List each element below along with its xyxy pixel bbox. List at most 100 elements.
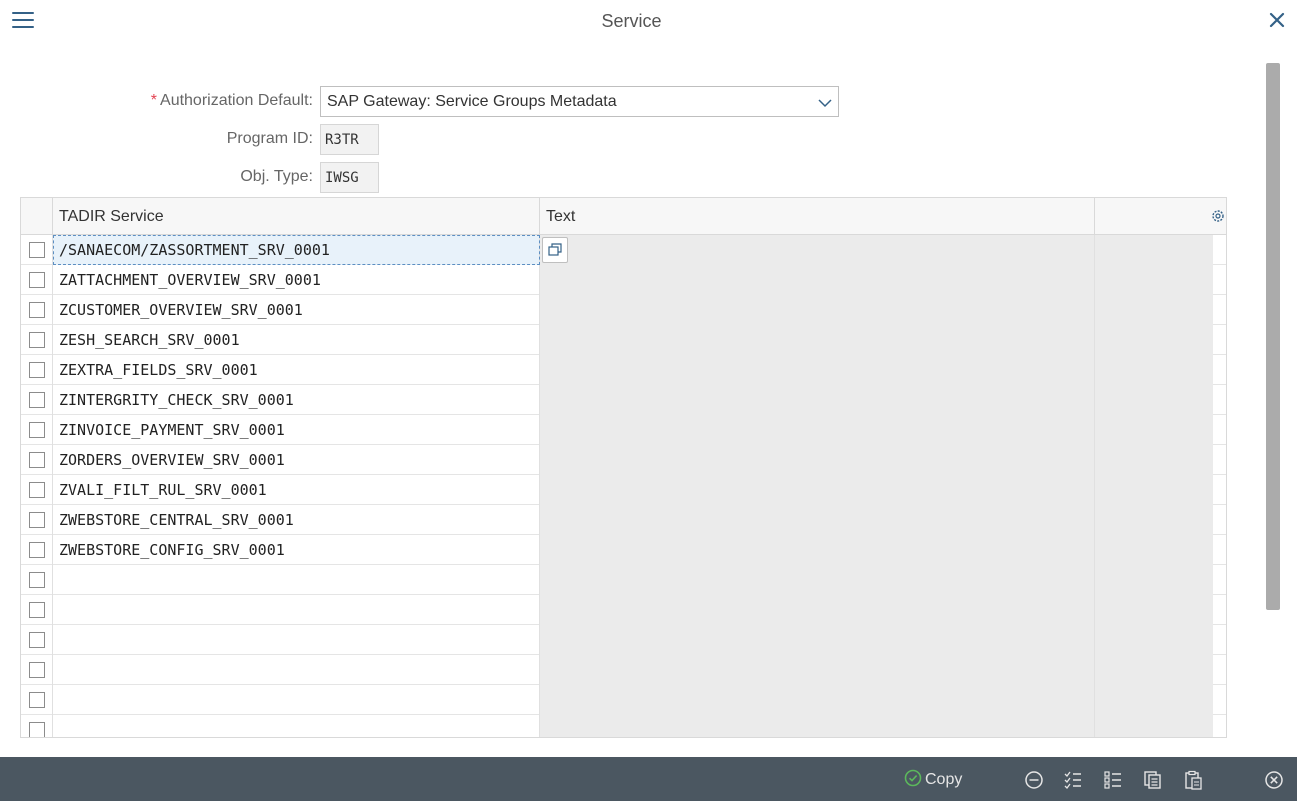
- row-checkbox[interactable]: [29, 512, 45, 528]
- text-cell: [540, 625, 1095, 655]
- row-checkbox[interactable]: [29, 302, 45, 318]
- select-all-header[interactable]: [21, 198, 53, 235]
- row-selector-cell: [21, 415, 53, 445]
- service-table: TADIR Service Text /SANAECOM/ZASSORTMENT…: [20, 197, 1227, 738]
- column-header-text[interactable]: Text: [540, 198, 1095, 235]
- row-checkbox[interactable]: [29, 722, 45, 737]
- table-row[interactable]: [21, 685, 1226, 715]
- text-cell: [540, 655, 1095, 685]
- filler-cell: [1095, 715, 1213, 737]
- row-selector-cell: [21, 475, 53, 505]
- table-row[interactable]: [21, 625, 1226, 655]
- deselect-list-icon[interactable]: [1103, 770, 1123, 790]
- authorization-default-value: SAP Gateway: Service Groups Metadata: [327, 93, 617, 110]
- filler-cell: [1095, 625, 1213, 655]
- dialog-footer: Copy: [0, 757, 1297, 801]
- tadir-service-cell[interactable]: [53, 565, 540, 595]
- tadir-service-cell[interactable]: ZESH_SEARCH_SRV_0001: [53, 325, 540, 355]
- filler-cell: [1095, 325, 1213, 355]
- row-checkbox[interactable]: [29, 662, 45, 678]
- row-selector-cell: [21, 505, 53, 535]
- row-selector-cell: [21, 535, 53, 565]
- row-selector-cell: [21, 445, 53, 475]
- table-row[interactable]: ZINTERGRITY_CHECK_SRV_0001: [21, 385, 1226, 415]
- row-checkbox[interactable]: [29, 482, 45, 498]
- authorization-default-select[interactable]: SAP Gateway: Service Groups Metadata: [320, 86, 839, 117]
- tadir-service-cell[interactable]: /SANAECOM/ZASSORTMENT_SRV_0001: [53, 235, 540, 265]
- row-selector-cell: [21, 625, 53, 655]
- value-help-icon[interactable]: [542, 237, 568, 263]
- text-cell: [540, 445, 1095, 475]
- tadir-service-cell[interactable]: ZEXTRA_FIELDS_SRV_0001: [53, 355, 540, 385]
- text-cell: [540, 535, 1095, 565]
- table-row[interactable]: ZESH_SEARCH_SRV_0001: [21, 325, 1226, 355]
- table-row[interactable]: ZCUSTOMER_OVERVIEW_SRV_0001: [21, 295, 1226, 325]
- filler-cell: [1095, 235, 1213, 265]
- tadir-service-cell[interactable]: ZINTERGRITY_CHECK_SRV_0001: [53, 385, 540, 415]
- select-all-checklist-icon[interactable]: [1063, 770, 1083, 790]
- table-row[interactable]: [21, 565, 1226, 595]
- text-cell: [540, 505, 1095, 535]
- table-row[interactable]: ZEXTRA_FIELDS_SRV_0001: [21, 355, 1226, 385]
- tadir-service-cell[interactable]: [53, 685, 540, 715]
- tadir-service-cell[interactable]: [53, 625, 540, 655]
- row-checkbox[interactable]: [29, 392, 45, 408]
- tadir-service-cell[interactable]: ZWEBSTORE_CENTRAL_SRV_0001: [53, 505, 540, 535]
- table-row[interactable]: ZATTACHMENT_OVERVIEW_SRV_0001: [21, 265, 1226, 295]
- table-row[interactable]: [21, 715, 1226, 737]
- close-icon[interactable]: [1267, 10, 1287, 30]
- obj-type-field: IWSG: [320, 162, 379, 193]
- row-checkbox[interactable]: [29, 272, 45, 288]
- text-cell: [540, 415, 1095, 445]
- table-row[interactable]: ZORDERS_OVERVIEW_SRV_0001: [21, 445, 1226, 475]
- dialog-title: Service: [601, 11, 662, 31]
- tadir-service-cell[interactable]: ZORDERS_OVERVIEW_SRV_0001: [53, 445, 540, 475]
- table-row[interactable]: ZINVOICE_PAYMENT_SRV_0001: [21, 415, 1226, 445]
- row-checkbox[interactable]: [29, 332, 45, 348]
- filler-cell: [1095, 445, 1213, 475]
- copy-button-label: Copy: [925, 771, 963, 788]
- table-row[interactable]: /SANAECOM/ZASSORTMENT_SRV_0001: [21, 235, 1226, 265]
- row-checkbox[interactable]: [29, 422, 45, 438]
- remove-minus-icon[interactable]: [1024, 770, 1044, 790]
- program-id-label: Program ID:: [226, 130, 313, 147]
- tadir-service-cell[interactable]: [53, 655, 540, 685]
- settings-gear-icon[interactable]: [1210, 208, 1226, 224]
- tadir-service-cell[interactable]: [53, 595, 540, 625]
- row-checkbox[interactable]: [29, 542, 45, 558]
- text-cell: [540, 685, 1095, 715]
- tadir-service-cell[interactable]: ZATTACHMENT_OVERVIEW_SRV_0001: [53, 265, 540, 295]
- text-cell: [540, 715, 1095, 737]
- table-row[interactable]: ZWEBSTORE_CENTRAL_SRV_0001: [21, 505, 1226, 535]
- cancel-circle-icon[interactable]: [1264, 770, 1284, 790]
- filler-cell: [1095, 685, 1213, 715]
- row-checkbox[interactable]: [29, 602, 45, 618]
- row-selector-cell: [21, 595, 53, 625]
- tadir-service-cell[interactable]: ZCUSTOMER_OVERVIEW_SRV_0001: [53, 295, 540, 325]
- obj-type-label: Obj. Type:: [240, 168, 313, 185]
- row-checkbox[interactable]: [29, 632, 45, 648]
- tadir-service-cell[interactable]: ZINVOICE_PAYMENT_SRV_0001: [53, 415, 540, 445]
- tadir-service-cell[interactable]: ZWEBSTORE_CONFIG_SRV_0001: [53, 535, 540, 565]
- authorization-default-label-text: Authorization Default:: [160, 92, 313, 109]
- table-row[interactable]: ZVALI_FILT_RUL_SRV_0001: [21, 475, 1226, 505]
- copy-button[interactable]: Copy: [904, 769, 962, 791]
- tadir-service-cell[interactable]: [53, 715, 540, 737]
- column-header-tadir-service[interactable]: TADIR Service: [53, 198, 540, 235]
- copy-rows-icon[interactable]: [1143, 770, 1163, 790]
- row-checkbox[interactable]: [29, 452, 45, 468]
- vertical-scrollbar[interactable]: [1266, 63, 1280, 610]
- row-checkbox[interactable]: [29, 572, 45, 588]
- row-checkbox[interactable]: [29, 242, 45, 258]
- row-checkbox[interactable]: [29, 692, 45, 708]
- tadir-service-cell[interactable]: ZVALI_FILT_RUL_SRV_0001: [53, 475, 540, 505]
- table-row[interactable]: [21, 655, 1226, 685]
- authorization-default-label: * Authorization Default:: [113, 92, 313, 110]
- row-selector-cell: [21, 235, 53, 265]
- table-row[interactable]: ZWEBSTORE_CONFIG_SRV_0001: [21, 535, 1226, 565]
- row-checkbox[interactable]: [29, 362, 45, 378]
- required-marker: *: [150, 92, 158, 109]
- table-row[interactable]: [21, 595, 1226, 625]
- filler-cell: [1095, 415, 1213, 445]
- paste-clipboard-icon[interactable]: [1183, 770, 1203, 790]
